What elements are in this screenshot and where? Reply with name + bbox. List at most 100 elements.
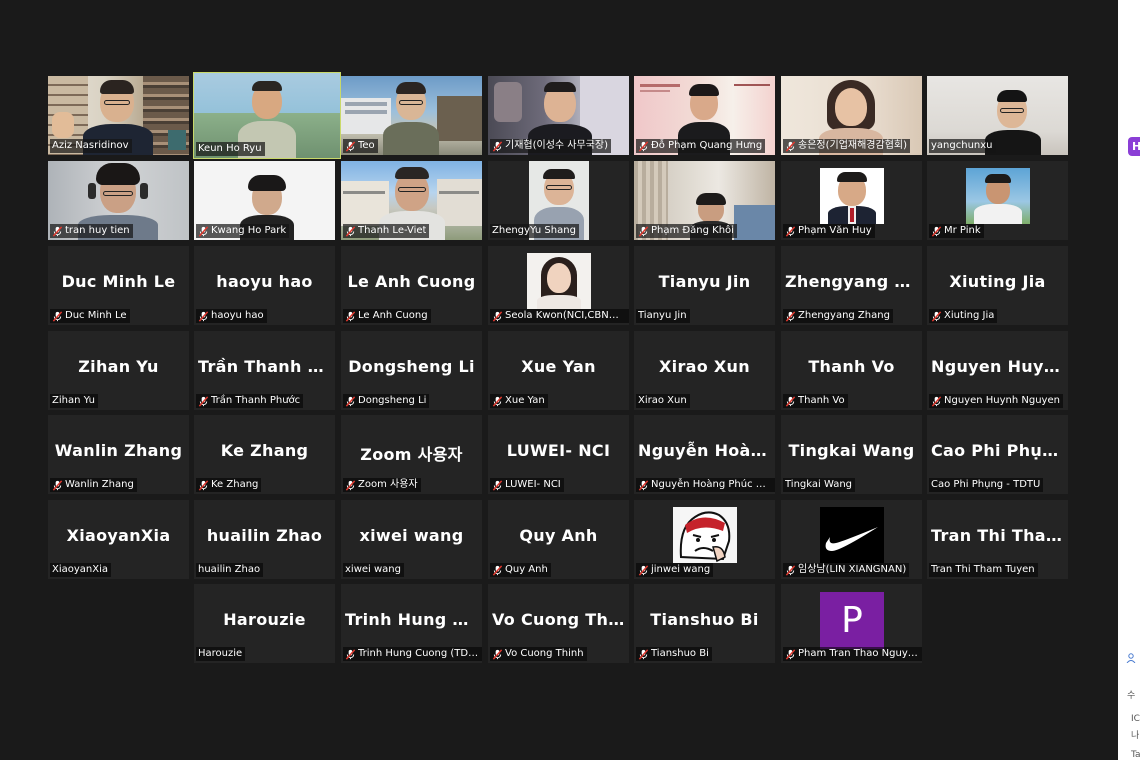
participant-name-label: Harouzie: [196, 647, 246, 661]
participant-name-label: Zoom 사용자: [343, 478, 421, 492]
participant-tile[interactable]: Cao Phi Phụng... Cao Phi Phụng - TDTU: [927, 415, 1068, 494]
participant-tile[interactable]: Kwang Ho Park: [194, 161, 335, 240]
participant-name-label: Pham Tran Thao Nguyen: [783, 647, 922, 661]
participant-tile[interactable]: Mr Pink: [927, 161, 1068, 240]
participant-tile[interactable]: Xue Yan Xue Yan: [488, 331, 629, 410]
participant-tile[interactable]: yangchunxu: [927, 76, 1068, 155]
participant-tile[interactable]: Tianshuo Bi Tianshuo Bi: [634, 584, 775, 663]
muted-mic-icon: [638, 648, 649, 660]
participant-display-name: Vo Cuong Thinh: [492, 610, 625, 629]
participant-tile[interactable]: Tianyu Jin Tianyu Jin: [634, 246, 775, 325]
participant-tile[interactable]: Trần Thanh Phư... Trần Thanh Phước: [194, 331, 335, 410]
participant-display-name: Wanlin Zhang: [54, 441, 183, 460]
participant-tile[interactable]: Xirao Xun Xirao Xun: [634, 331, 775, 410]
profile-photo: [673, 507, 737, 563]
participant-display-name: LUWEI- NCI: [506, 441, 611, 460]
participant-name-label: Nguyen Huynh Nguyen: [929, 394, 1063, 408]
participant-tile[interactable]: Xiuting Jia Xiuting Jia: [927, 246, 1068, 325]
participant-tile[interactable]: tran huy tien: [48, 161, 189, 240]
participant-display-name: Trần Thanh Phư...: [198, 357, 331, 376]
participant-name-label: Seola Kwon(NCI,CBNU,Ko...: [490, 309, 629, 323]
participant-tile[interactable]: Seola Kwon(NCI,CBNU,Ko...: [488, 246, 629, 325]
profile-photo: [820, 168, 884, 224]
participant-tile[interactable]: jinwei wang: [634, 500, 775, 579]
participant-tile[interactable]: xiwei wang xiwei wang: [341, 500, 482, 579]
participant-tile[interactable]: Zihan Yu Zihan Yu: [48, 331, 189, 410]
participant-tile[interactable]: Ke Zhang Ke Zhang: [194, 415, 335, 494]
participant-display-name: Duc Minh Le: [61, 272, 176, 291]
side-panel-tab[interactable]: H: [1128, 137, 1140, 156]
participant-name-label: Le Anh Cuong: [343, 309, 431, 323]
participant-tile[interactable]: 송은정(기업재해경감협회): [781, 76, 922, 155]
participant-name-label: Xiuting Jia: [929, 309, 998, 323]
participant-tile[interactable]: Zoom 사용자 Zoom 사용자: [341, 415, 482, 494]
participant-tile[interactable]: Harouzie Harouzie: [194, 584, 335, 663]
participant-tile[interactable]: haoyu hao haoyu hao: [194, 246, 335, 325]
participant-tile[interactable]: Dongsheng Li Dongsheng Li: [341, 331, 482, 410]
participant-tile[interactable]: LUWEI- NCI LUWEI- NCI: [488, 415, 629, 494]
muted-mic-icon: [345, 395, 356, 407]
participant-tile[interactable]: XiaoyanXia XiaoyanXia: [48, 500, 189, 579]
participant-display-name: xiwei wang: [359, 526, 464, 545]
participant-tile[interactable]: Quy Anh Quy Anh: [488, 500, 629, 579]
participant-display-name: Nguyen Huynh...: [931, 357, 1064, 376]
participant-name-label: Phạm Văn Huy: [783, 224, 875, 238]
muted-mic-icon: [198, 479, 209, 491]
participant-name-label: Teo: [343, 139, 378, 153]
participant-tile[interactable]: Thanh Vo Thanh Vo: [781, 331, 922, 410]
participant-name-label: Tran Thi Tham Tuyen: [929, 563, 1038, 577]
participant-name-label: yangchunxu: [929, 139, 996, 153]
side-panel-text: 나: [1131, 731, 1140, 741]
participant-tile[interactable]: 임상남(LIN XIANGNAN): [781, 500, 922, 579]
participant-tile[interactable]: Nguyễn Hoàng... Nguyễn Hoàng Phúc Kha...: [634, 415, 775, 494]
profile-photo: [820, 507, 884, 563]
participant-tile[interactable]: huailin Zhao huailin Zhao: [194, 500, 335, 579]
participant-display-name: Trinh Hung Cuo...: [345, 610, 478, 629]
participant-name-label: 기재협(이성수 사무국장): [490, 139, 611, 153]
participant-name-label: Zhengyang Zhang: [783, 309, 893, 323]
person-icon[interactable]: [1126, 653, 1136, 663]
muted-mic-icon: [492, 310, 503, 322]
participant-tile[interactable]: Tran Thi Tham T... Tran Thi Tham Tuyen: [927, 500, 1068, 579]
participant-tile[interactable]: Teo: [341, 76, 482, 155]
participant-tile[interactable]: Phạm Đăng Khôi: [634, 161, 775, 240]
muted-mic-icon: [345, 225, 356, 237]
participant-display-name: Tianyu Jin: [658, 272, 751, 291]
participant-name-label: LUWEI- NCI: [490, 478, 564, 492]
participant-name-label: Phạm Đăng Khôi: [636, 224, 737, 238]
participant-tile[interactable]: Tingkai Wang Tingkai Wang: [781, 415, 922, 494]
participant-tile[interactable]: 기재협(이성수 사무국장): [488, 76, 629, 155]
participant-name-label: Trần Thanh Phước: [196, 394, 304, 408]
participant-display-name: Xirao Xun: [659, 357, 750, 376]
participant-name-label: tran huy tien: [50, 224, 133, 238]
participant-tile[interactable]: ZhengyYu Shang: [488, 161, 629, 240]
participant-tile[interactable]: Nguyen Huynh... Nguyen Huynh Nguyen: [927, 331, 1068, 410]
participant-name-label: XiaoyanXia: [50, 563, 112, 577]
muted-mic-icon: [198, 310, 209, 322]
participant-tile[interactable]: Đỗ Phạm Quang Hưng: [634, 76, 775, 155]
participant-name-label: Trinh Hung Cuong (TDTU): [343, 647, 482, 661]
participant-name-label: Ke Zhang: [196, 478, 262, 492]
side-panel[interactable]: [1118, 0, 1140, 760]
participant-name-label: Tianshuo Bi: [636, 647, 712, 661]
side-panel-text: Ta: [1131, 750, 1140, 760]
participant-name-label: Kwang Ho Park: [196, 224, 290, 238]
participant-tile[interactable]: Le Anh Cuong Le Anh Cuong: [341, 246, 482, 325]
participant-tile[interactable]: Duc Minh Le Duc Minh Le: [48, 246, 189, 325]
muted-mic-icon: [638, 479, 649, 491]
participant-tile[interactable]: P Pham Tran Thao Nguyen: [781, 584, 922, 663]
participant-display-name: Cao Phi Phụng...: [931, 441, 1064, 460]
participant-tile[interactable]: Thanh Le-Viet: [341, 161, 482, 240]
participant-display-name: Tianshuo Bi: [650, 610, 759, 629]
participant-tile[interactable]: Zhengyang Zha... Zhengyang Zhang: [781, 246, 922, 325]
participant-tile[interactable]: Vo Cuong Thinh Vo Cuong Thinh: [488, 584, 629, 663]
participant-display-name: Ke Zhang: [220, 441, 309, 460]
participant-tile-active-speaker[interactable]: Keun Ho Ryu: [193, 72, 341, 159]
participant-tile[interactable]: Trinh Hung Cuo... Trinh Hung Cuong (TDTU…: [341, 584, 482, 663]
participant-tile[interactable]: Phạm Văn Huy: [781, 161, 922, 240]
participant-name-label: Tingkai Wang: [783, 478, 856, 492]
participant-tile[interactable]: Wanlin Zhang Wanlin Zhang: [48, 415, 189, 494]
participant-display-name: Zihan Yu: [78, 357, 159, 376]
participant-name-label: Tianyu Jin: [636, 309, 690, 323]
participant-tile[interactable]: Aziz Nasridinov: [48, 76, 189, 155]
